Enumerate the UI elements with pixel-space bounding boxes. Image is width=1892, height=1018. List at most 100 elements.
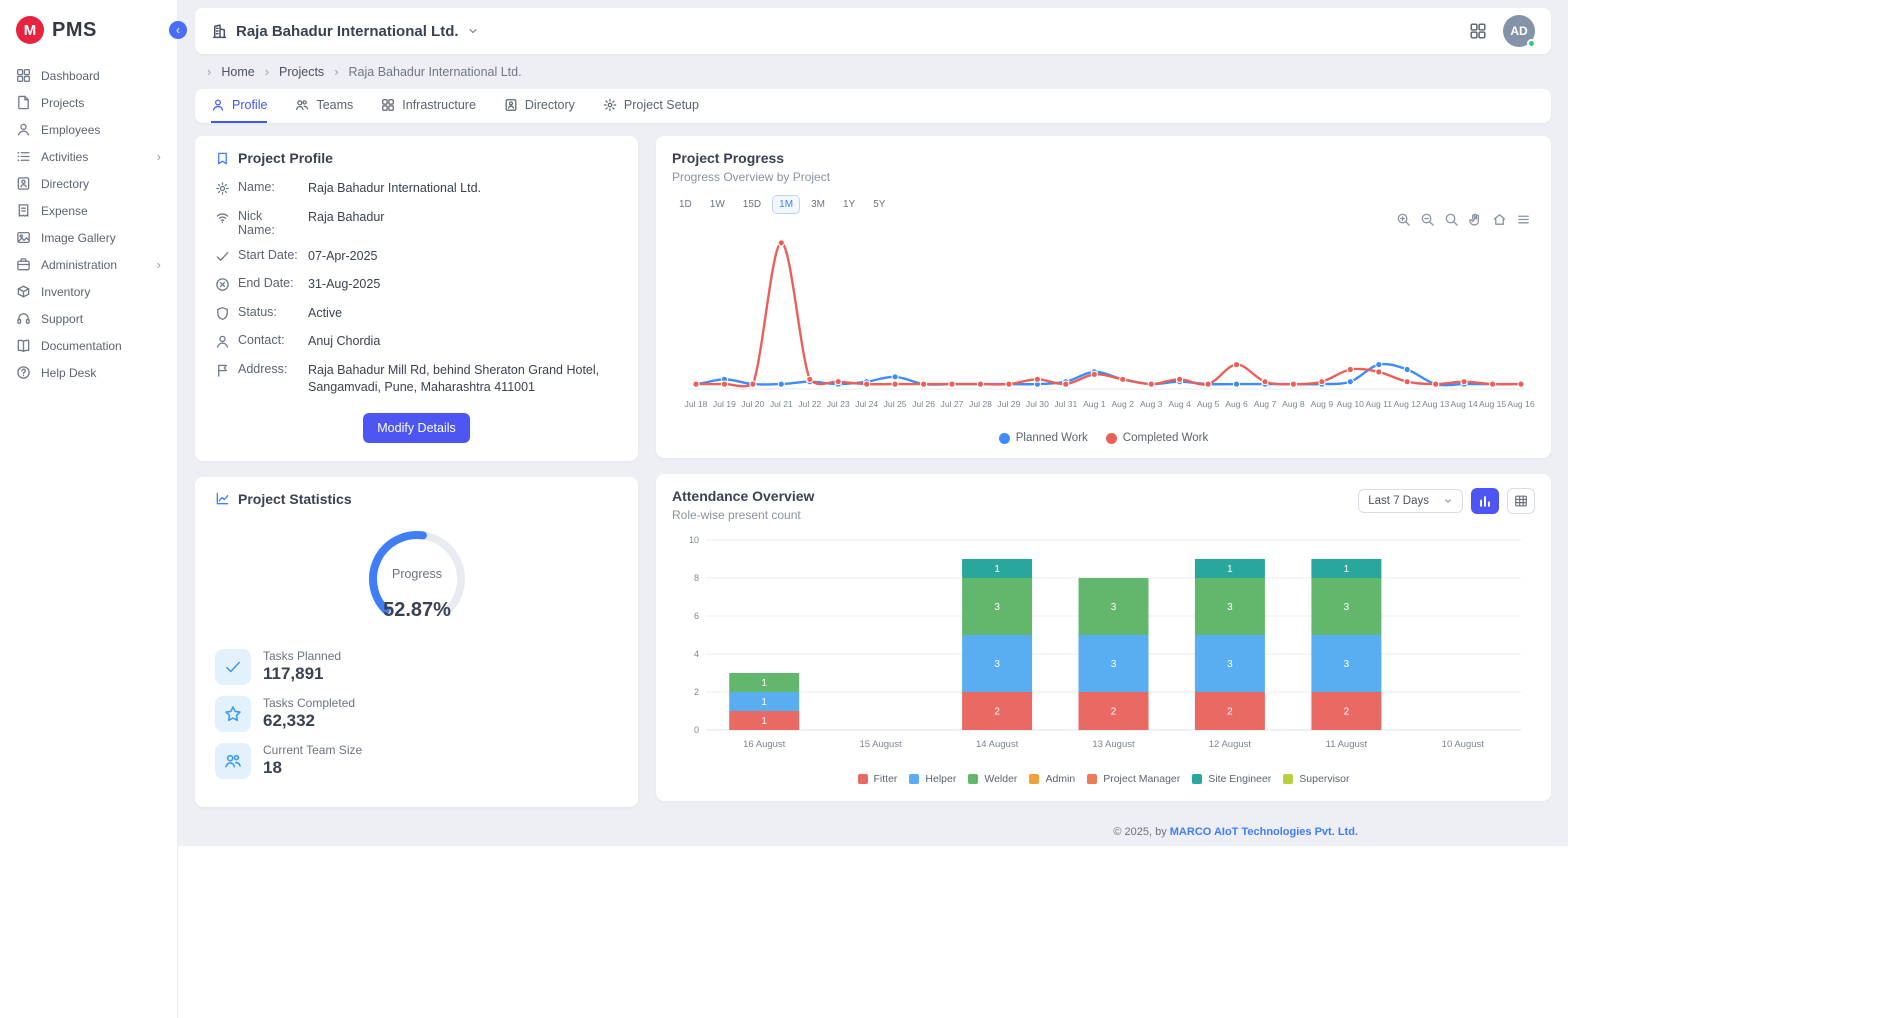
attendance-bar-chart[interactable]: 024681011116 August15 August233114 Augus… — [672, 528, 1535, 771]
sidebar-item[interactable]: Dashboard › — [0, 62, 177, 89]
profile-tab-icon — [211, 98, 225, 112]
progress-gauge: Progress52.87% — [355, 521, 479, 633]
legend-marker — [909, 774, 919, 784]
legend-item[interactable]: Helper — [909, 773, 956, 785]
start-date-icon — [215, 249, 230, 264]
time-range-button[interactable]: 1M — [772, 195, 800, 214]
sidebar-item[interactable]: Administration › — [0, 251, 177, 278]
sidebar-item-label: Directory — [41, 177, 89, 191]
breadcrumb-item[interactable]: Projects — [255, 64, 325, 79]
date-range-select[interactable]: Last 7 Days — [1358, 489, 1463, 513]
sidebar-item[interactable]: Projects › — [0, 89, 177, 116]
legend-marker — [1087, 774, 1097, 784]
inventory-icon — [16, 284, 31, 299]
sidebar-item-label: Support — [41, 312, 83, 326]
time-range-button[interactable]: 5Y — [866, 195, 892, 214]
profile-field-row: Contact: Anuj Chordia — [215, 333, 618, 351]
svg-text:16 August: 16 August — [743, 739, 786, 750]
tab[interactable]: Infrastructure — [381, 89, 476, 123]
reset-zoom-icon[interactable] — [1492, 212, 1507, 227]
sidebar-item[interactable]: Documentation › — [0, 332, 177, 359]
tab-label: Teams — [316, 98, 353, 112]
caret-down-icon — [1443, 496, 1453, 506]
expense-icon — [16, 203, 31, 218]
tab[interactable]: Directory — [504, 89, 575, 123]
svg-text:0: 0 — [694, 725, 699, 735]
logo[interactable]: M PMS — [0, 14, 177, 62]
svg-text:Jul 23: Jul 23 — [827, 399, 850, 409]
table-view-toggle[interactable] — [1507, 488, 1535, 514]
legend-item[interactable]: Planned Work — [999, 432, 1088, 444]
svg-text:Aug 13: Aug 13 — [1422, 399, 1449, 409]
zoom-in-icon[interactable] — [1396, 212, 1411, 227]
tab[interactable]: Project Setup — [603, 89, 699, 123]
zoom-out-icon[interactable] — [1420, 212, 1435, 227]
svg-text:Jul 31: Jul 31 — [1054, 399, 1077, 409]
svg-text:1: 1 — [761, 678, 767, 689]
progress-line-chart[interactable]: Jul 18Jul 19Jul 20Jul 21Jul 22Jul 23Jul … — [672, 216, 1535, 430]
svg-text:3: 3 — [1344, 659, 1350, 670]
sidebar-item-label: Help Desk — [41, 366, 96, 380]
sidebar-item-label: Employees — [41, 123, 100, 137]
sidebar-item[interactable]: Employees › — [0, 116, 177, 143]
sidebar-item[interactable]: Inventory › — [0, 278, 177, 305]
field-value: 31-Aug-2025 — [308, 276, 380, 294]
address-icon — [215, 363, 230, 378]
breadcrumb-item[interactable]: Home — [197, 64, 255, 79]
sidebar-item[interactable]: Expense › — [0, 197, 177, 224]
chart-view-toggle[interactable] — [1471, 488, 1499, 514]
tab-bar: Profile Teams Infrastructure Dir — [195, 89, 1551, 123]
copyright-text: © 2025, by — [1113, 826, 1169, 838]
legend-label: Planned Work — [1016, 432, 1088, 444]
svg-text:14 August: 14 August — [976, 739, 1019, 750]
tab[interactable]: Teams — [295, 89, 353, 123]
chevron-right-icon: › — [157, 258, 161, 271]
sidebar-item[interactable]: Directory › — [0, 170, 177, 197]
sidebar-collapse-button[interactable]: ‹ — [169, 21, 187, 39]
legend-item[interactable]: Site Engineer — [1192, 773, 1271, 785]
svg-text:Jul 29: Jul 29 — [997, 399, 1020, 409]
user-avatar[interactable]: AD — [1503, 15, 1535, 47]
legend-marker — [858, 774, 868, 784]
image-gallery-icon — [16, 230, 31, 245]
svg-text:Aug 1: Aug 1 — [1083, 399, 1106, 409]
legend-item[interactable]: Fitter — [858, 773, 898, 785]
sidebar-item[interactable]: Activities › — [0, 143, 177, 170]
svg-text:3: 3 — [1227, 602, 1233, 613]
legend-item[interactable]: Project Manager — [1087, 773, 1180, 785]
sidebar-item-label: Image Gallery — [41, 231, 116, 245]
legend-item[interactable]: Supervisor — [1283, 773, 1349, 785]
sidebar-item[interactable]: Support › — [0, 305, 177, 332]
svg-text:12 August: 12 August — [1209, 739, 1252, 750]
svg-text:Aug 5: Aug 5 — [1197, 399, 1220, 409]
svg-text:Jul 28: Jul 28 — [969, 399, 992, 409]
online-status-dot — [1527, 39, 1536, 48]
breadcrumb-item[interactable]: Raja Bahadur International Ltd. — [324, 64, 521, 79]
legend-item[interactable]: Welder — [968, 773, 1017, 785]
modify-details-button[interactable]: Modify Details — [363, 413, 470, 443]
time-range-button[interactable]: 1D — [672, 195, 699, 214]
stat-value: 18 — [263, 758, 362, 778]
tab[interactable]: Profile — [211, 89, 267, 123]
chart-menu-icon[interactable] — [1516, 212, 1531, 227]
selection-zoom-icon[interactable] — [1444, 212, 1459, 227]
apps-grid-icon[interactable] — [1469, 22, 1487, 40]
sidebar-item[interactable]: Image Gallery › — [0, 224, 177, 251]
company-selector[interactable]: Raja Bahadur International Ltd. — [211, 23, 479, 40]
pan-icon[interactable] — [1468, 212, 1483, 227]
support-icon — [16, 311, 31, 326]
time-range-button[interactable]: 1W — [703, 195, 732, 214]
field-label: Nick Name: — [238, 209, 300, 237]
sidebar-item[interactable]: Help Desk › — [0, 359, 177, 386]
time-range-button[interactable]: 3M — [804, 195, 832, 214]
time-range-button[interactable]: 15D — [736, 195, 768, 214]
legend-item[interactable]: Completed Work — [1106, 432, 1208, 444]
footer-link[interactable]: MARCO AIoT Technologies Pvt. Ltd. — [1170, 826, 1358, 838]
attendance-subtitle: Role-wise present count — [672, 508, 814, 522]
svg-text:13 August: 13 August — [1092, 739, 1135, 750]
svg-text:Jul 19: Jul 19 — [713, 399, 736, 409]
time-range-button[interactable]: 1Y — [836, 195, 862, 214]
tab-label: Profile — [232, 98, 267, 112]
svg-text:2: 2 — [1227, 707, 1233, 718]
legend-item[interactable]: Admin — [1029, 773, 1075, 785]
